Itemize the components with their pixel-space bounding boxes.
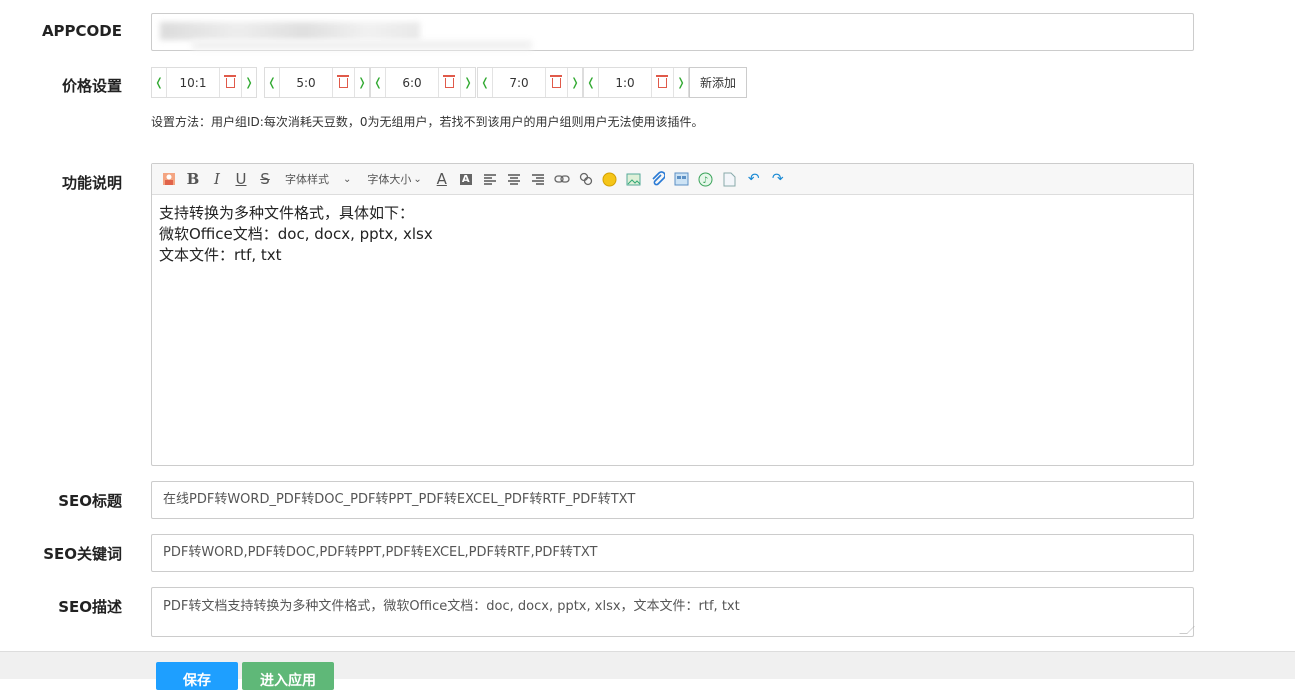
delete-price-button[interactable] (333, 68, 355, 97)
editor-line: 微软Office文档：doc, docx, pptx, xlsx (159, 225, 433, 243)
editor-line: 支持转换为多种文件格式，具体如下： (159, 204, 415, 222)
background-color-icon[interactable]: A (456, 169, 476, 189)
price-value-input[interactable]: 6:0 (385, 68, 439, 97)
seo-description-text: PDF转文档支持转换为多种文件格式，微软Office文档：doc, docx, … (163, 599, 740, 614)
rich-text-editor[interactable]: B I U S 字体样式 ⌄ 字体大小 ⌄ A A ♪ ↶ ↷ 支持转换为多种文件格… (151, 163, 1194, 466)
trash-icon (656, 74, 668, 88)
left-bracket-icon: ❬ (154, 76, 164, 89)
form-footer: 保存 进入应用 (0, 651, 1295, 690)
source-icon[interactable] (159, 169, 179, 189)
seo-description-textarea[interactable]: PDF转文档支持转换为多种文件格式，微软Office文档：doc, docx, … (151, 587, 1195, 637)
editor-line: 文本文件：rtf, txt (159, 246, 282, 264)
image-icon[interactable] (624, 169, 644, 189)
seo-title-input[interactable]: 在线PDF转WORD_PDF转DOC_PDF转PPT_PDF转EXCEL_PDF… (151, 481, 1194, 519)
redacted-value (160, 22, 420, 40)
right-bracket-icon: ❭ (357, 76, 367, 89)
save-button[interactable]: 保存 (156, 662, 238, 690)
link-icon[interactable] (552, 169, 572, 189)
price-hint: 设置方法：用户组ID:每次消耗天豆数，0为无组用户，若找不到该用户的用户组则用户… (151, 115, 704, 129)
italic-icon[interactable]: I (207, 169, 227, 189)
price-value-input[interactable]: 5:0 (279, 68, 333, 97)
strikethrough-icon[interactable]: S (255, 169, 275, 189)
unlink-icon[interactable] (576, 169, 596, 189)
document-icon[interactable] (720, 169, 740, 189)
right-bracket-icon: ❭ (570, 76, 580, 89)
align-left-icon[interactable] (480, 169, 500, 189)
editor-content[interactable]: 支持转换为多种文件格式，具体如下： 微软Office文档：doc, docx, … (152, 195, 1193, 274)
font-size-label: 字体大小 (367, 173, 412, 186)
svg-text:♪: ♪ (703, 176, 709, 186)
align-center-icon[interactable] (504, 169, 524, 189)
redacted-value-shadow (192, 40, 532, 50)
seo-description-label: SEO描述 (58, 598, 122, 616)
redo-icon[interactable]: ↷ (768, 169, 788, 189)
underline-icon[interactable]: U (231, 169, 251, 189)
chevron-down-icon: ⌄ (343, 173, 352, 185)
align-right-icon[interactable] (528, 169, 548, 189)
font-color-icon[interactable]: A (432, 169, 452, 189)
trash-icon (550, 74, 562, 88)
price-value-input[interactable]: 10:1 (166, 68, 220, 97)
emoticon-icon[interactable] (600, 169, 620, 189)
price-item: ❬ 6:0 ❭ (370, 67, 476, 98)
delete-price-button[interactable] (546, 68, 568, 97)
music-icon[interactable]: ♪ (696, 169, 716, 189)
trash-icon (443, 74, 455, 88)
undo-icon[interactable]: ↶ (744, 169, 764, 189)
resize-handle-icon[interactable] (1179, 626, 1195, 634)
left-bracket-icon: ❬ (586, 76, 596, 89)
right-bracket-icon: ❭ (676, 76, 686, 89)
seo-keywords-input[interactable]: PDF转WORD,PDF转DOC,PDF转PPT,PDF转EXCEL,PDF转R… (151, 534, 1194, 572)
gallery-icon[interactable] (672, 169, 692, 189)
price-item: ❬ 5:0 ❭ (264, 67, 370, 98)
trash-icon (337, 74, 349, 88)
font-style-label: 字体样式 (285, 173, 329, 186)
trash-icon (224, 74, 236, 88)
chevron-down-icon: ⌄ (413, 173, 422, 185)
editor-toolbar: B I U S 字体样式 ⌄ 字体大小 ⌄ A A ♪ ↶ ↷ (152, 164, 1193, 195)
price-item: ❬ 1:0 ❭ (583, 67, 689, 98)
enter-app-button[interactable]: 进入应用 (242, 662, 334, 690)
price-value-input[interactable]: 1:0 (598, 68, 652, 97)
seo-title-label: SEO标题 (58, 492, 122, 510)
delete-price-button[interactable] (652, 68, 674, 97)
price-label: 价格设置 (61, 77, 122, 95)
left-bracket-icon: ❬ (373, 76, 383, 89)
price-value-input[interactable]: 7:0 (492, 68, 546, 97)
font-style-select[interactable]: 字体样式 ⌄ (285, 171, 351, 187)
add-price-button[interactable]: 新添加 (689, 67, 747, 98)
seo-keywords-label: SEO关键词 (43, 545, 122, 563)
bold-icon[interactable]: B (183, 169, 203, 189)
appcode-label: APPCODE (41, 22, 122, 40)
left-bracket-icon: ❬ (267, 76, 277, 89)
font-size-select[interactable]: 字体大小 ⌄ (367, 171, 421, 187)
description-label: 功能说明 (61, 174, 122, 192)
delete-price-button[interactable] (220, 68, 242, 97)
right-bracket-icon: ❭ (463, 76, 473, 89)
attachment-icon[interactable] (648, 169, 668, 189)
appcode-input[interactable] (151, 13, 1194, 51)
left-bracket-icon: ❬ (480, 76, 490, 89)
price-item: ❬ 7:0 ❭ (477, 67, 583, 98)
price-item: ❬ 10:1 ❭ (151, 67, 257, 98)
right-bracket-icon: ❭ (244, 76, 254, 89)
delete-price-button[interactable] (439, 68, 461, 97)
